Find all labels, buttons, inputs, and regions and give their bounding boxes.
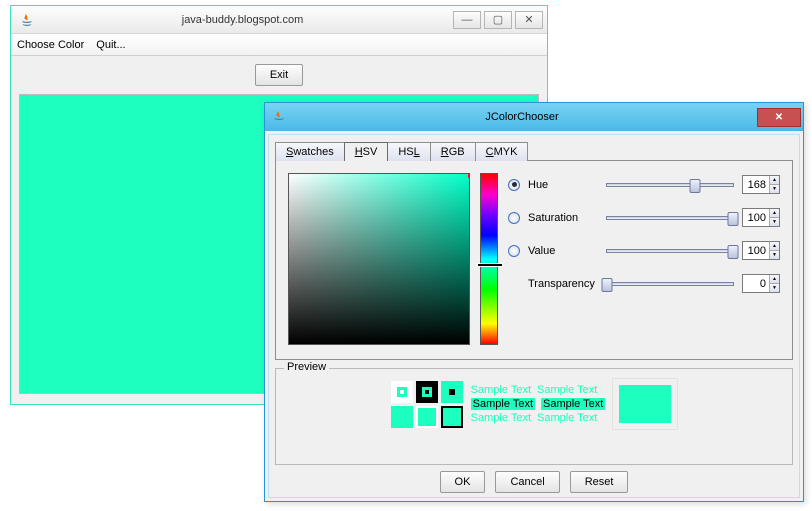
- hsv-panel: Hue 168 ▲▼ Saturation 100 ▲▼: [275, 160, 793, 360]
- transparency-label: Transparency: [528, 278, 598, 290]
- hue-slider[interactable]: [606, 183, 734, 187]
- preview-swatches: [391, 381, 463, 428]
- slider-thumb[interactable]: [728, 212, 739, 226]
- dialog-body: Swatches HSV HSL RGB CMYK Hue 168 ▲▼: [268, 134, 800, 498]
- sample-text: Sample Text: [471, 398, 535, 410]
- exit-button[interactable]: Exit: [255, 64, 303, 86]
- ok-button[interactable]: OK: [440, 471, 486, 493]
- slider-thumb[interactable]: [728, 245, 739, 259]
- tab-swatches[interactable]: Swatches: [275, 142, 345, 161]
- saturation-radio[interactable]: [508, 212, 520, 224]
- dialog-button-row: OK Cancel Reset: [275, 465, 793, 493]
- sv-gradient[interactable]: [288, 173, 470, 345]
- dialog-titlebar[interactable]: JColorChooser ✕: [265, 103, 803, 131]
- spin-up-icon[interactable]: ▲: [770, 176, 779, 185]
- value-label: Value: [528, 245, 598, 257]
- hue-bar[interactable]: [480, 173, 498, 345]
- hue-bar-thumb[interactable]: [478, 264, 502, 266]
- sample-text: Sample Text: [541, 398, 605, 410]
- tabstrip: Swatches HSV HSL RGB CMYK: [275, 141, 793, 160]
- tab-rgb[interactable]: RGB: [430, 142, 476, 161]
- value-spinner[interactable]: 100 ▲▼: [742, 241, 780, 260]
- dialog-title: JColorChooser: [287, 111, 757, 123]
- transparency-value: 0: [743, 275, 769, 292]
- saturation-row: Saturation 100 ▲▼: [508, 208, 780, 227]
- value-row: Value 100 ▲▼: [508, 241, 780, 260]
- spin-up-icon[interactable]: ▲: [770, 275, 779, 284]
- swatch-black-dot: [416, 381, 438, 403]
- preview-group: Preview Sample TextSample Text: [275, 368, 793, 465]
- preview-text: Sample TextSample Text Sample TextSample…: [471, 384, 606, 424]
- preview-legend: Preview: [284, 361, 329, 373]
- menubar: Choose Color Quit...: [11, 34, 547, 56]
- swatch-color-dot: [441, 381, 463, 403]
- tab-hsl[interactable]: HSL: [387, 142, 430, 161]
- swatch-black-fill: [441, 406, 463, 428]
- value-value: 100: [743, 242, 769, 259]
- hue-row: Hue 168 ▲▼: [508, 175, 780, 194]
- main-titlebar[interactable]: java-buddy.blogspot.com — ▢ ✕: [11, 6, 547, 34]
- sample-text: Sample Text: [471, 384, 531, 396]
- java-icon: [19, 12, 35, 28]
- maximize-button[interactable]: ▢: [484, 11, 512, 29]
- cancel-button[interactable]: Cancel: [495, 471, 559, 493]
- hue-value: 168: [743, 176, 769, 193]
- hue-label: Hue: [528, 179, 598, 191]
- dialog-close-button[interactable]: ✕: [757, 108, 801, 127]
- swatch-white-dot: [391, 381, 413, 403]
- value-radio[interactable]: [508, 245, 520, 257]
- saturation-slider[interactable]: [606, 216, 734, 220]
- transparency-row: Transparency 0 ▲▼: [508, 274, 780, 293]
- color-chooser-dialog: JColorChooser ✕ Swatches HSV HSL RGB CMY…: [264, 102, 804, 502]
- menu-choose-color[interactable]: Choose Color: [17, 39, 84, 51]
- spin-down-icon[interactable]: ▼: [770, 218, 779, 226]
- window-controls: — ▢ ✕: [450, 11, 543, 29]
- swatch-color-fill: [391, 406, 413, 428]
- menu-quit[interactable]: Quit...: [96, 39, 125, 51]
- saturation-label: Saturation: [528, 212, 598, 224]
- java-icon: [271, 109, 287, 125]
- saturation-spinner[interactable]: 100 ▲▼: [742, 208, 780, 227]
- tab-hsv[interactable]: HSV: [344, 142, 389, 161]
- saturation-value: 100: [743, 209, 769, 226]
- sample-text: Sample Text: [537, 384, 597, 396]
- spin-down-icon[interactable]: ▼: [770, 185, 779, 193]
- slider-thumb[interactable]: [690, 179, 701, 193]
- reset-button[interactable]: Reset: [570, 471, 629, 493]
- hue-spinner[interactable]: 168 ▲▼: [742, 175, 780, 194]
- preview-large-swatch: [613, 379, 677, 429]
- spin-up-icon[interactable]: ▲: [770, 209, 779, 218]
- spin-up-icon[interactable]: ▲: [770, 242, 779, 251]
- spin-down-icon[interactable]: ▼: [770, 251, 779, 259]
- spin-down-icon[interactable]: ▼: [770, 284, 779, 292]
- minimize-button[interactable]: —: [453, 11, 481, 29]
- sample-text: Sample Text: [471, 412, 531, 424]
- hue-radio[interactable]: [508, 179, 520, 191]
- transparency-spinner[interactable]: 0 ▲▼: [742, 274, 780, 293]
- main-window-title: java-buddy.blogspot.com: [35, 14, 450, 26]
- value-slider[interactable]: [606, 249, 734, 253]
- sample-text: Sample Text: [537, 412, 597, 424]
- hsv-sliders: Hue 168 ▲▼ Saturation 100 ▲▼: [508, 173, 780, 347]
- close-button[interactable]: ✕: [515, 11, 543, 29]
- swatch-white-fill: [416, 406, 438, 428]
- slider-thumb[interactable]: [602, 278, 613, 292]
- tab-cmyk[interactable]: CMYK: [475, 142, 529, 161]
- transparency-slider[interactable]: [606, 282, 734, 286]
